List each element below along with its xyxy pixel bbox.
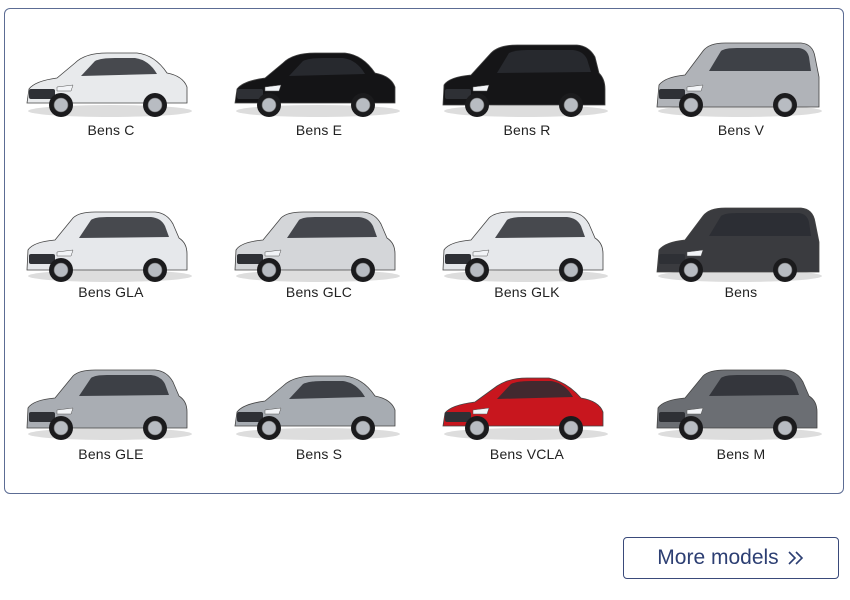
- model-card[interactable]: Bens S: [219, 352, 419, 502]
- car-grille: [659, 412, 685, 422]
- car-grille: [445, 254, 471, 264]
- model-name: Bens GLC: [285, 284, 353, 300]
- model-name: Bens: [724, 284, 758, 300]
- model-name: Bens E: [295, 122, 343, 138]
- model-card[interactable]: Bens: [641, 194, 841, 344]
- car-image: [26, 211, 192, 282]
- car-image: [442, 377, 608, 440]
- car-rim: [261, 262, 277, 278]
- car-rim: [777, 420, 793, 436]
- car-rim: [563, 262, 579, 278]
- car-window: [495, 217, 585, 238]
- car-rim: [469, 97, 485, 113]
- car-rim: [147, 420, 163, 436]
- model-card[interactable]: Bens M: [641, 352, 841, 502]
- model-name: Bens GLA: [78, 284, 144, 300]
- car-rim: [355, 262, 371, 278]
- model-name: Bens V: [717, 122, 765, 138]
- car-grille: [237, 89, 263, 99]
- car-image: [442, 44, 608, 117]
- model-card[interactable]: Bens C: [11, 29, 211, 179]
- car-image: [656, 369, 822, 440]
- car-rim: [683, 420, 699, 436]
- car-rim: [563, 420, 579, 436]
- model-card[interactable]: Bens GLC: [219, 194, 419, 344]
- more-models-button[interactable]: More models: [623, 537, 839, 579]
- model-card[interactable]: Bens E: [219, 29, 419, 179]
- model-grid-panel: Bens C Bens E Bens R Bens V Bens GLA Bens GLC…: [4, 8, 844, 494]
- car-image: [656, 207, 822, 282]
- car-window: [709, 48, 811, 71]
- model-card[interactable]: Bens GLK: [427, 194, 627, 344]
- car-grille: [445, 89, 471, 99]
- car-rim: [563, 97, 579, 113]
- model-name: Bens GLE: [78, 446, 144, 462]
- car-grille: [659, 89, 685, 99]
- car-image: [26, 52, 192, 117]
- car-rim: [777, 97, 793, 113]
- car-image: [656, 42, 822, 117]
- model-card[interactable]: Bens VCLA: [427, 352, 627, 502]
- car-window: [287, 217, 377, 238]
- more-models-label: More models: [657, 546, 779, 569]
- car-window: [497, 50, 591, 73]
- model-name: Bens C: [87, 122, 135, 138]
- car-rim: [777, 262, 793, 278]
- model-card[interactable]: Bens V: [641, 29, 841, 179]
- model-card[interactable]: Bens GLA: [11, 194, 211, 344]
- car-grille: [29, 89, 55, 99]
- car-rim: [261, 420, 277, 436]
- car-rim: [469, 262, 485, 278]
- car-grille: [237, 254, 263, 264]
- car-rim: [355, 97, 371, 113]
- car-window: [709, 375, 799, 396]
- car-rim: [261, 97, 277, 113]
- model-name: Bens GLK: [494, 284, 560, 300]
- car-rim: [147, 262, 163, 278]
- double-chevron-right-icon: [788, 551, 803, 565]
- model-name: Bens R: [503, 122, 551, 138]
- car-window: [79, 375, 169, 396]
- car-grille: [659, 254, 685, 264]
- model-name: Bens S: [295, 446, 343, 462]
- car-image: [442, 211, 608, 282]
- car-rim: [53, 420, 69, 436]
- car-rim: [469, 420, 485, 436]
- car-rim: [53, 97, 69, 113]
- car-grille: [29, 412, 55, 422]
- model-card[interactable]: Bens GLE: [11, 352, 211, 502]
- car-window: [709, 213, 811, 236]
- car-image: [234, 211, 400, 282]
- car-rim: [53, 262, 69, 278]
- car-grille: [237, 412, 263, 422]
- model-name: Bens M: [716, 446, 766, 462]
- car-rim: [147, 97, 163, 113]
- car-image: [234, 52, 400, 117]
- car-image: [234, 375, 400, 440]
- model-name: Bens VCLA: [489, 446, 565, 462]
- car-image: [26, 369, 192, 440]
- car-grille: [29, 254, 55, 264]
- car-rim: [355, 420, 371, 436]
- model-card[interactable]: Bens R: [427, 29, 627, 179]
- car-rim: [683, 97, 699, 113]
- car-window: [79, 217, 169, 238]
- car-grille: [445, 412, 471, 422]
- car-rim: [683, 262, 699, 278]
